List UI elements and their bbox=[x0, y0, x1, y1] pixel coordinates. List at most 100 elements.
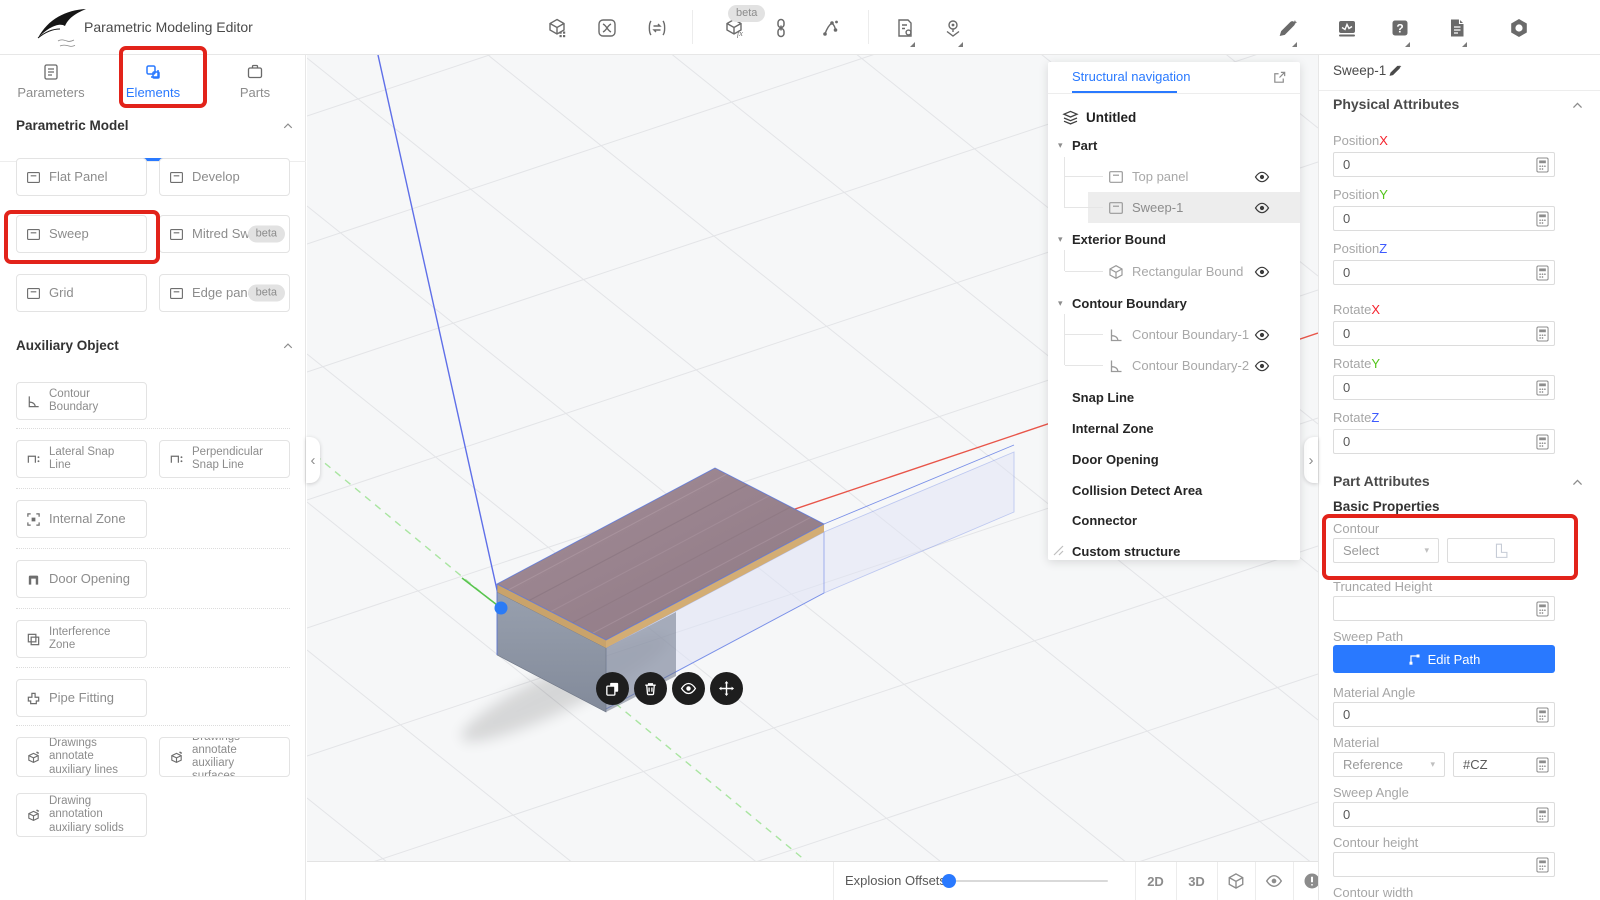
link-button[interactable] bbox=[770, 17, 792, 39]
calculator-icon[interactable] bbox=[1536, 757, 1549, 773]
expand-panel-icon[interactable] bbox=[1272, 70, 1287, 85]
element-button-interference-zone[interactable]: Interference Zone bbox=[16, 620, 147, 658]
node-graph-button[interactable] bbox=[819, 17, 841, 39]
edit-mode-button[interactable] bbox=[1276, 17, 1298, 39]
explosion-offsets-slider-track[interactable] bbox=[948, 880, 1108, 882]
document-export-button[interactable] bbox=[894, 17, 916, 39]
visibility-eye-icon[interactable] bbox=[1254, 200, 1270, 216]
calculator-icon[interactable] bbox=[1536, 380, 1549, 396]
element-button-grid[interactable]: Grid bbox=[16, 274, 147, 312]
delete-object-button[interactable] bbox=[634, 672, 667, 705]
truncated-height-field[interactable] bbox=[1333, 596, 1555, 621]
position-x-field[interactable] bbox=[1333, 152, 1555, 177]
tree-category-contour-boundary[interactable]: ▾ Contour Boundary bbox=[1048, 288, 1300, 319]
tree-node-rectangular-bound[interactable]: Rectangular Bound bbox=[1048, 256, 1300, 287]
tab-elements[interactable]: Elements bbox=[102, 63, 204, 109]
sidebar-collapse-handle[interactable]: ‹ bbox=[306, 437, 320, 483]
element-button-develop[interactable]: Develop bbox=[159, 158, 290, 196]
physical-attributes-header[interactable]: Physical Attributes bbox=[1333, 96, 1459, 112]
contour-height-field[interactable] bbox=[1333, 852, 1555, 877]
element-button-sweep[interactable]: Sweep bbox=[16, 215, 147, 253]
element-button-contour-boundary[interactable]: Contour Boundary bbox=[16, 382, 147, 420]
chevron-up-icon[interactable] bbox=[1571, 476, 1584, 489]
position-y-field[interactable] bbox=[1333, 206, 1555, 231]
tab-parts[interactable]: Parts bbox=[204, 63, 306, 109]
position-z-field[interactable] bbox=[1333, 260, 1555, 285]
help-button[interactable] bbox=[1389, 17, 1411, 39]
structural-navigation-tab[interactable]: Structural navigation bbox=[1072, 69, 1191, 84]
material-angle-field[interactable] bbox=[1333, 702, 1555, 727]
calculator-icon[interactable] bbox=[1536, 265, 1549, 281]
inspector-collapse-handle[interactable]: › bbox=[1304, 437, 1318, 483]
tree-node-top-panel[interactable]: Top panel bbox=[1048, 161, 1300, 192]
part-attributes-header[interactable]: Part Attributes bbox=[1333, 473, 1430, 489]
element-button-drawing-annotation-solids[interactable]: Drawing annotation auxiliary solids bbox=[16, 793, 147, 837]
visibility-eye-icon[interactable] bbox=[1254, 169, 1270, 185]
panel-resize-grip[interactable] bbox=[1052, 544, 1064, 556]
tree-category-part[interactable]: ▾ Part bbox=[1048, 130, 1300, 161]
tree-category-internal-zone[interactable]: Internal Zone bbox=[1048, 413, 1300, 444]
chevron-up-icon[interactable] bbox=[1571, 99, 1584, 112]
calculator-icon[interactable] bbox=[1536, 157, 1549, 173]
tree-node-contour-boundary-2[interactable]: Contour Boundary-2 bbox=[1048, 350, 1300, 381]
element-button-lateral-snap-line[interactable]: Lateral Snap Line bbox=[16, 440, 147, 478]
calculator-icon[interactable] bbox=[1536, 807, 1549, 823]
tree-node-sweep-1[interactable]: Sweep-1 bbox=[1048, 192, 1300, 223]
swap-button[interactable] bbox=[646, 17, 668, 39]
element-button-flat-panel[interactable]: Flat Panel bbox=[16, 158, 147, 196]
tree-category-snap-line[interactable]: Snap Line bbox=[1048, 382, 1300, 413]
cube-view-icon[interactable] bbox=[1227, 872, 1245, 890]
element-button-drawings-annotate-surfaces[interactable]: Drawings annotate auxiliary surfaces bbox=[159, 737, 290, 777]
chevron-up-icon[interactable] bbox=[282, 120, 294, 132]
origin-point[interactable] bbox=[495, 602, 508, 615]
visibility-eye-icon[interactable] bbox=[1254, 327, 1270, 343]
view-3d-button[interactable]: 3D bbox=[1176, 862, 1217, 900]
pin-layers-button[interactable] bbox=[942, 17, 964, 39]
calculator-icon[interactable] bbox=[1536, 601, 1549, 617]
element-button-pipe-fitting[interactable]: Pipe Fitting bbox=[16, 679, 147, 717]
contour-preview-box[interactable] bbox=[1447, 538, 1555, 563]
caret-down-icon[interactable]: ▾ bbox=[1058, 298, 1063, 309]
element-button-internal-zone[interactable]: Internal Zone bbox=[16, 500, 147, 538]
calculator-icon[interactable] bbox=[1536, 326, 1549, 342]
chevron-up-icon[interactable] bbox=[282, 340, 294, 352]
calculator-icon[interactable] bbox=[1536, 211, 1549, 227]
contour-select-dropdown[interactable]: Select▾ bbox=[1333, 538, 1439, 563]
tree-node-untitled[interactable]: Untitled bbox=[1048, 102, 1300, 133]
rotate-x-field[interactable] bbox=[1333, 321, 1555, 346]
tab-parameters[interactable]: Parameters bbox=[0, 63, 102, 109]
calculator-icon[interactable] bbox=[1536, 857, 1549, 873]
document-button[interactable] bbox=[1446, 17, 1468, 39]
eye-icon[interactable] bbox=[1265, 872, 1283, 890]
material-code-field[interactable] bbox=[1453, 752, 1555, 777]
settings-button[interactable] bbox=[1508, 17, 1530, 39]
element-button-perpendicular-snap-line[interactable]: Perpendicular Snap Line bbox=[159, 440, 290, 478]
sweep-angle-field[interactable] bbox=[1333, 802, 1555, 827]
visibility-eye-icon[interactable] bbox=[1254, 358, 1270, 374]
explosion-offsets-slider-knob[interactable] bbox=[942, 874, 956, 888]
element-button-drawings-annotate-lines[interactable]: Drawings annotate auxiliary lines bbox=[16, 737, 147, 777]
activity-monitor-button[interactable] bbox=[1336, 17, 1358, 39]
tree-category-collision-detect-area[interactable]: Collision Detect Area bbox=[1048, 475, 1300, 506]
visibility-eye-icon[interactable] bbox=[1254, 264, 1270, 280]
visibility-object-button[interactable] bbox=[672, 672, 705, 705]
move-object-button[interactable] bbox=[710, 672, 743, 705]
tree-category-custom-structure[interactable]: Custom structure bbox=[1048, 536, 1300, 560]
calculator-icon[interactable] bbox=[1536, 707, 1549, 723]
view-2d-button[interactable]: 2D bbox=[1135, 862, 1176, 900]
tree-category-exterior-bound[interactable]: ▾ Exterior Bound bbox=[1048, 224, 1300, 255]
element-button-door-opening[interactable]: Door Opening bbox=[16, 560, 147, 598]
rotate-z-field[interactable] bbox=[1333, 429, 1555, 454]
tree-category-connector[interactable]: Connector bbox=[1048, 505, 1300, 536]
rename-pencil-icon[interactable] bbox=[1387, 63, 1402, 78]
copy-object-button[interactable] bbox=[596, 672, 629, 705]
tree-node-contour-boundary-1[interactable]: Contour Boundary-1 bbox=[1048, 319, 1300, 350]
warning-icon[interactable] bbox=[1303, 872, 1318, 890]
caret-down-icon[interactable]: ▾ bbox=[1058, 234, 1063, 245]
caret-down-icon[interactable]: ▾ bbox=[1058, 140, 1063, 151]
material-mode-dropdown[interactable]: Reference▾ bbox=[1333, 752, 1445, 777]
rotate-y-field[interactable] bbox=[1333, 375, 1555, 400]
element-button-edge-panel[interactable]: Edge panel beta bbox=[159, 274, 290, 312]
element-button-mitred-sweep[interactable]: Mitred Swee beta bbox=[159, 215, 290, 253]
constraint-button[interactable] bbox=[596, 17, 618, 39]
